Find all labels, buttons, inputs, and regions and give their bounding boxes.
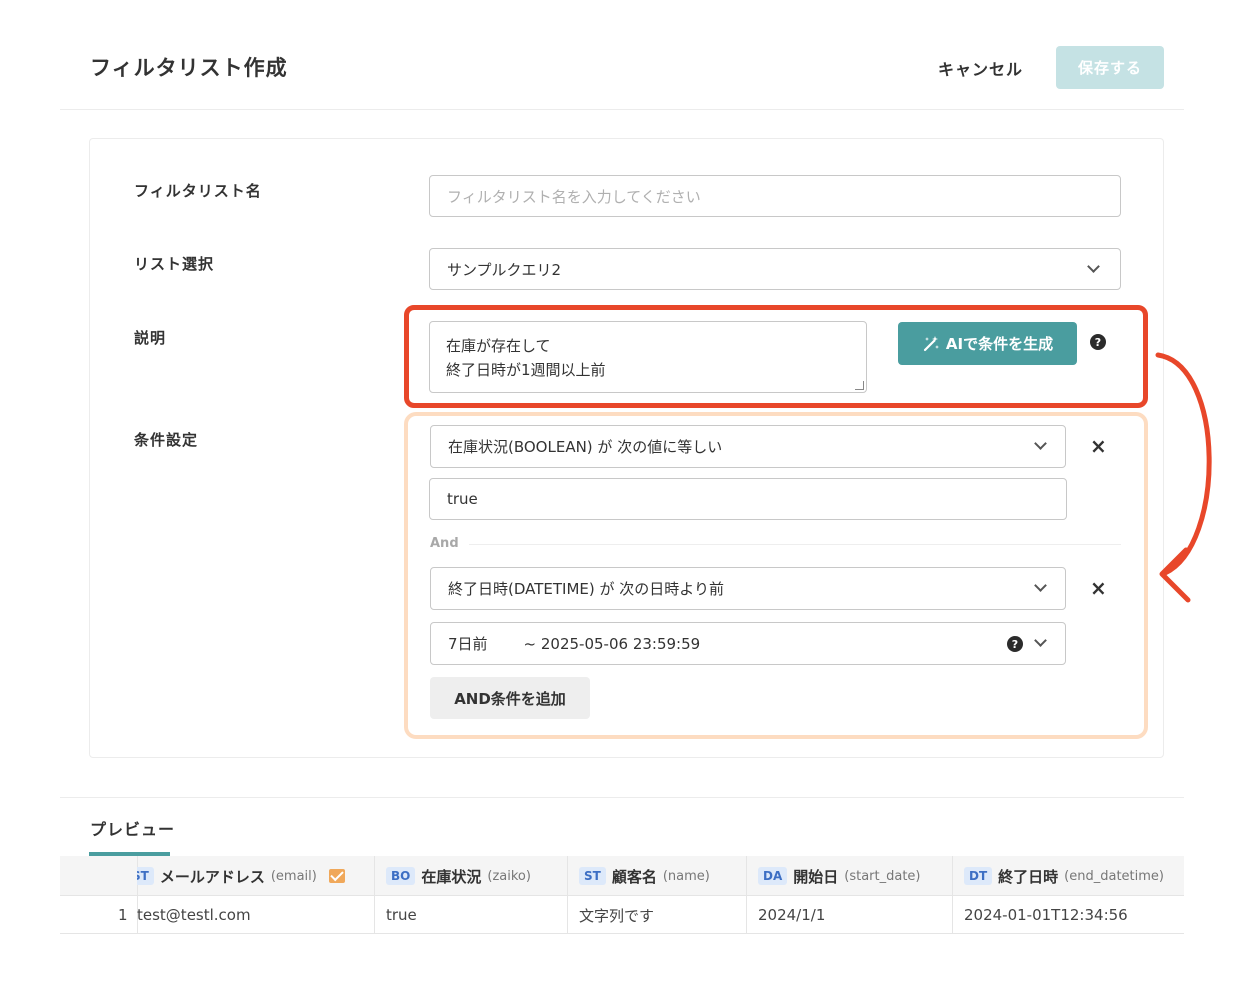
column-key: (name) bbox=[662, 868, 710, 884]
save-button[interactable]: 保存する bbox=[1056, 46, 1164, 89]
column-name: 在庫状況 bbox=[421, 867, 482, 886]
column-separator bbox=[952, 856, 953, 934]
table-cell: 2024-01-01T12:34:56 bbox=[964, 906, 1128, 924]
column-header-email[interactable]: ST メールアドレス (email) bbox=[137, 856, 374, 896]
column-header-name[interactable]: ST 顧客名 (name) bbox=[579, 856, 710, 896]
column-name: 開始日 bbox=[793, 867, 839, 886]
filter-name-input[interactable]: フィルタリスト名を入力してください bbox=[429, 175, 1121, 217]
column-name: メールアドレス bbox=[159, 867, 265, 886]
type-badge: ST bbox=[137, 867, 154, 885]
row-index: 1 bbox=[118, 906, 128, 924]
preview-table: ST メールアドレス (email) BO 在庫状況 (zaiko) ST 顧客… bbox=[60, 856, 1184, 934]
type-badge: DA bbox=[758, 867, 788, 885]
column-header-end-datetime[interactable]: DT 終了日時 (end_datetime) bbox=[964, 856, 1164, 896]
list-select-value: サンプルクエリ2 bbox=[447, 260, 562, 279]
column-separator bbox=[567, 856, 568, 934]
filter-name-label: フィルタリスト名 bbox=[134, 182, 262, 200]
column-header-start-date[interactable]: DA 開始日 (start_date) bbox=[758, 856, 921, 896]
table-cell: test@testl.com bbox=[137, 906, 251, 924]
column-separator bbox=[374, 856, 375, 934]
description-label: 説明 bbox=[134, 329, 167, 347]
column-name: 顧客名 bbox=[611, 867, 657, 886]
tab-preview[interactable]: プレビュー bbox=[90, 816, 175, 840]
type-badge: DT bbox=[964, 867, 993, 885]
column-name: 終了日時 bbox=[998, 867, 1059, 886]
table-cell: 文字列です bbox=[579, 906, 655, 925]
column-key: (end_datetime) bbox=[1064, 868, 1164, 884]
description-highlight-box bbox=[404, 305, 1148, 408]
list-select-label: リスト選択 bbox=[134, 255, 215, 273]
page-header: フィルタリスト作成 キャンセル 保存する bbox=[60, 0, 1184, 110]
table-cell: true bbox=[386, 906, 417, 924]
type-badge: ST bbox=[579, 867, 606, 885]
column-key: (email) bbox=[270, 868, 317, 884]
list-select[interactable]: サンプルクエリ2 bbox=[429, 248, 1121, 290]
column-key: (start_date) bbox=[844, 868, 921, 884]
chevron-down-icon bbox=[1087, 260, 1100, 273]
column-separator bbox=[746, 856, 747, 934]
column-header-zaiko[interactable]: BO 在庫状況 (zaiko) bbox=[386, 856, 531, 896]
curved-arrow-icon bbox=[1155, 352, 1212, 603]
preview-divider bbox=[60, 797, 1184, 798]
column-key: (zaiko) bbox=[487, 868, 531, 884]
email-icon bbox=[328, 869, 345, 883]
table-cell: 2024/1/1 bbox=[758, 906, 826, 924]
page-title: フィルタリスト作成 bbox=[90, 56, 288, 80]
cancel-button[interactable]: キャンセル bbox=[938, 56, 1023, 80]
type-badge: BO bbox=[386, 867, 416, 885]
conditions-label: 条件設定 bbox=[134, 431, 199, 449]
conditions-highlight-box bbox=[404, 412, 1148, 739]
